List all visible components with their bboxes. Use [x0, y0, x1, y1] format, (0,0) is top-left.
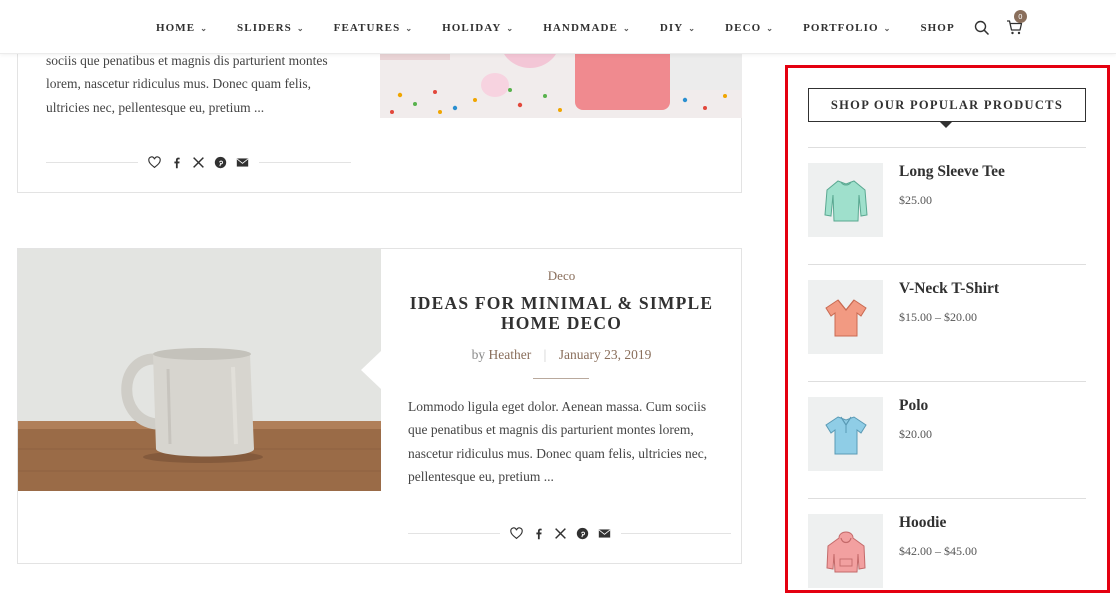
post-meta: by Heather | January 23, 2019: [471, 347, 652, 362]
product-thumbnail[interactable]: [808, 280, 883, 354]
product-item[interactable]: V-Neck T-Shirt $15.00 – $20.00: [808, 264, 1086, 381]
envelope-icon[interactable]: [236, 156, 249, 169]
chevron-down-icon: ⌄: [688, 23, 697, 33]
product-name-link[interactable]: Long Sleeve Tee: [899, 163, 1005, 181]
product-price: $20.00: [899, 427, 932, 441]
product-price: $25.00: [899, 193, 932, 207]
post-featured-image[interactable]: [18, 249, 381, 491]
main-nav: HOME ⌄ SLIDERS ⌄ FEATURES ⌄ HOLIDAY ⌄ HANDMA…: [156, 10, 1027, 37]
post-date: January 23, 2019: [558, 347, 652, 362]
chevron-down-icon: ⌄: [200, 23, 209, 33]
product-price: $42.00 – $45.00: [899, 544, 977, 558]
popular-products-widget: SHOP OUR POPULAR PRODUCTS Long Sleeve Te…: [785, 65, 1110, 593]
product-thumbnail[interactable]: [808, 397, 883, 471]
product-thumbnail[interactable]: [808, 163, 883, 237]
widget-title: SHOP OUR POPULAR PRODUCTS: [830, 97, 1064, 112]
facebook-icon[interactable]: [170, 156, 183, 169]
chevron-down-icon: ⌄: [623, 23, 631, 33]
search-icon[interactable]: [974, 20, 990, 36]
x-icon[interactable]: [192, 156, 205, 169]
chevron-down-icon: ⌄: [405, 23, 414, 33]
nav-item-holiday[interactable]: HOLIDAY ⌄: [442, 22, 514, 34]
nav-item-home[interactable]: HOME ⌄: [156, 22, 208, 34]
divider: [533, 378, 589, 379]
x-icon[interactable]: [554, 527, 567, 540]
heart-icon[interactable]: [148, 156, 161, 169]
nav-item-deco[interactable]: DECO ⌄: [725, 22, 774, 34]
pinterest-icon[interactable]: [214, 156, 227, 169]
heart-icon[interactable]: [510, 527, 523, 540]
chevron-down-icon: ⌄: [766, 23, 775, 33]
hoodie-icon: [825, 531, 866, 573]
product-item[interactable]: Polo $20.00: [808, 381, 1086, 498]
post-excerpt: sociis que penatibus et magnis dis partu…: [46, 53, 328, 115]
polo-shirt-icon: [824, 416, 867, 455]
chevron-down-icon: ⌄: [883, 23, 892, 33]
post-category-link[interactable]: Deco: [408, 268, 715, 284]
product-price: $15.00 – $20.00: [899, 310, 977, 324]
post-title[interactable]: IDEAS FOR MINIMAL & SIMPLE HOME DECO: [408, 293, 715, 333]
site-header: HOME ⌄ SLIDERS ⌄ FEATURES ⌄ HOLIDAY ⌄ HANDMA…: [0, 0, 1116, 54]
mug-image: [18, 249, 381, 491]
nav-item-handmade[interactable]: HANDMADE ⌄: [543, 22, 631, 34]
widget-title-box: SHOP OUR POPULAR PRODUCTS: [808, 88, 1086, 122]
v-neck-tshirt-icon: [824, 299, 867, 337]
facebook-icon[interactable]: [532, 527, 545, 540]
nav-item-features[interactable]: FEATURES ⌄: [334, 22, 413, 34]
cart-count-badge: 0: [1013, 10, 1027, 23]
product-item[interactable]: Hoodie $42.00 – $45.00: [808, 498, 1086, 595]
product-name-link[interactable]: Polo: [899, 397, 928, 415]
share-row: [408, 527, 731, 540]
post-excerpt: Lommodo ligula eget dolor. Aenean massa.…: [408, 399, 708, 484]
post-card: Deco IDEAS FOR MINIMAL & SIMPLE HOME DEC…: [17, 248, 742, 564]
product-name-link[interactable]: V-Neck T-Shirt: [899, 280, 999, 298]
product-item[interactable]: Long Sleeve Tee $25.00: [808, 147, 1086, 264]
product-thumbnail[interactable]: [808, 514, 883, 588]
cart-button[interactable]: 0: [1006, 10, 1027, 37]
nav-item-sliders[interactable]: SLIDERS ⌄: [237, 22, 305, 34]
pinterest-icon[interactable]: [576, 527, 589, 540]
share-row: [46, 156, 351, 169]
product-name-link[interactable]: Hoodie: [899, 514, 946, 532]
envelope-icon[interactable]: [598, 527, 611, 540]
chevron-down-icon: ⌄: [296, 23, 305, 33]
nav-item-shop[interactable]: SHOP: [920, 22, 954, 34]
nav-item-portfolio[interactable]: PORTFOLIO ⌄: [803, 22, 891, 34]
nav-item-diy[interactable]: DIY ⌄: [660, 22, 696, 34]
post-author-link[interactable]: Heather: [489, 347, 532, 362]
caret-down-icon: [940, 122, 952, 128]
long-sleeve-tee-icon: [823, 180, 868, 222]
chevron-down-icon: ⌄: [506, 23, 515, 33]
